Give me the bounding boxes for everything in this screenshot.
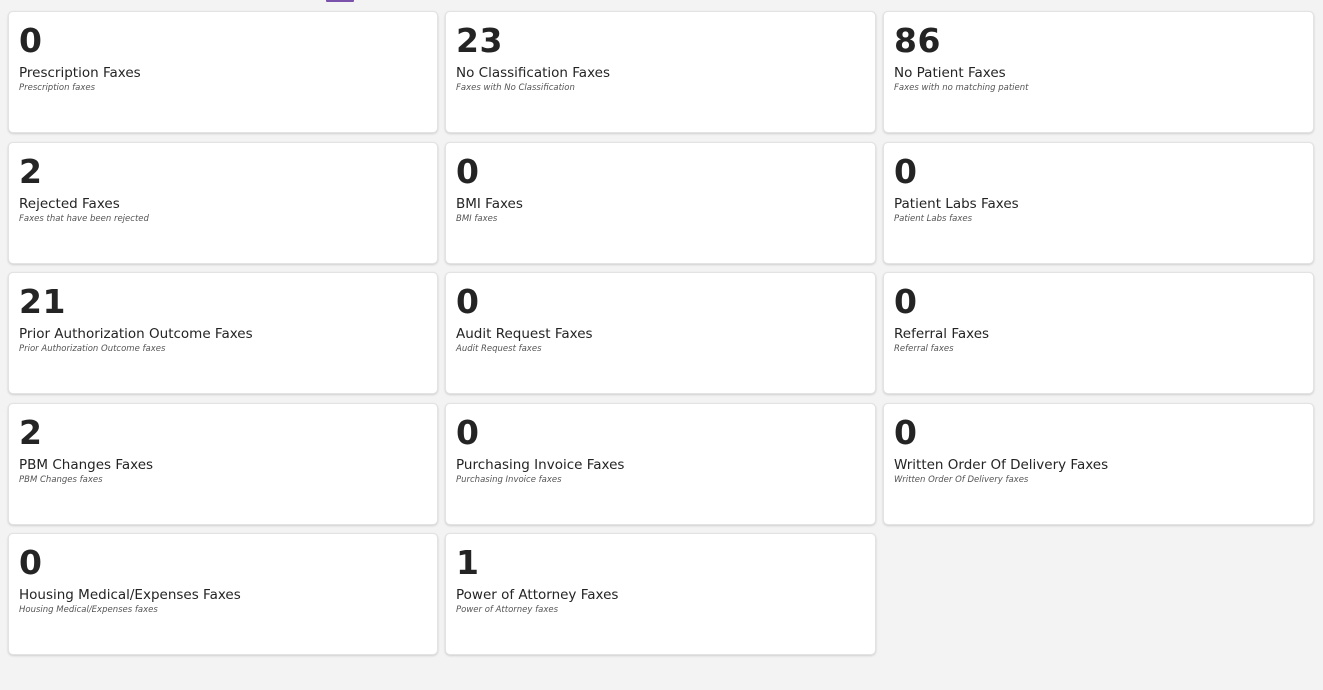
- card-title: Rejected Faxes: [19, 195, 120, 212]
- card-title: Prior Authorization Outcome Faxes: [19, 326, 253, 342]
- card-title: No Patient Faxes: [894, 65, 1006, 81]
- card-pbm-changes-faxes[interactable]: 2 PBM Changes Faxes PBM Changes faxes: [8, 402, 438, 525]
- card-no-classification-faxes[interactable]: 23 No Classification Faxes Faxes with No…: [445, 11, 876, 133]
- card-purchasing-invoice-faxes[interactable]: 0 Purchasing Invoice Faxes Purchasing In…: [445, 402, 876, 525]
- card-prescription-faxes[interactable]: 0 Prescription Faxes Prescription faxes: [8, 11, 438, 133]
- card-written-order-of-delivery-faxes[interactable]: 0 Written Order Of Delivery Faxes Writte…: [883, 402, 1314, 525]
- card-rejected-faxes[interactable]: 2 Rejected Faxes Faxes that have been re…: [8, 141, 438, 264]
- card-count: 2: [19, 151, 43, 191]
- card-description: Faxes with No Classification: [456, 83, 575, 93]
- card-count: 21: [19, 282, 66, 321]
- card-patient-labs-faxes[interactable]: 0 Patient Labs Faxes Patient Labs faxes: [883, 141, 1314, 264]
- card-description: Written Order Of Delivery faxes: [894, 474, 1029, 485]
- card-count: 0: [19, 21, 43, 60]
- card-title: Purchasing Invoice Faxes: [456, 456, 625, 473]
- card-referral-faxes[interactable]: 0 Referral Faxes Referral faxes: [883, 272, 1314, 394]
- card-title: Housing Medical/Expenses Faxes: [19, 587, 241, 603]
- card-description: Patient Labs faxes: [894, 213, 973, 224]
- card-count: 0: [894, 151, 918, 191]
- card-description: Purchasing Invoice faxes: [456, 474, 562, 485]
- card-count: 0: [456, 412, 480, 452]
- card-audit-request-faxes[interactable]: 0 Audit Request Faxes Audit Request faxe…: [445, 272, 876, 394]
- card-description: PBM Changes faxes: [19, 474, 103, 485]
- card-power-of-attorney-faxes[interactable]: 1 Power of Attorney Faxes Power of Attor…: [445, 533, 876, 655]
- card-title: PBM Changes Faxes: [19, 456, 154, 473]
- card-count: 23: [456, 21, 503, 60]
- card-prior-authorization-outcome-faxes[interactable]: 21 Prior Authorization Outcome Faxes Pri…: [8, 272, 438, 394]
- card-count: 2: [19, 412, 43, 452]
- card-description: Referral faxes: [894, 344, 954, 354]
- card-title: Audit Request Faxes: [456, 326, 593, 342]
- fax-summary-grid: 0 Prescription Faxes Prescription faxes …: [8, 11, 1314, 655]
- card-count: 0: [894, 282, 918, 321]
- card-count: 0: [456, 282, 480, 321]
- card-title: Patient Labs Faxes: [894, 195, 1019, 212]
- card-description: Prescription faxes: [19, 83, 96, 93]
- card-count: 0: [19, 543, 43, 582]
- card-count: 1: [456, 543, 480, 582]
- card-count: 86: [894, 21, 941, 60]
- card-description: Audit Request faxes: [456, 344, 542, 354]
- card-description: Faxes with no matching patient: [894, 83, 1029, 93]
- card-description: Prior Authorization Outcome faxes: [19, 344, 166, 354]
- card-title: No Classification Faxes: [456, 65, 610, 81]
- card-count: 0: [894, 412, 918, 452]
- card-title: Prescription Faxes: [19, 65, 141, 81]
- card-title: BMI Faxes: [456, 195, 523, 212]
- card-description: Housing Medical/Expenses faxes: [19, 605, 158, 615]
- card-no-patient-faxes[interactable]: 86 No Patient Faxes Faxes with no matchi…: [883, 11, 1314, 133]
- card-title: Power of Attorney Faxes: [456, 587, 619, 603]
- card-description: BMI faxes: [456, 213, 498, 224]
- card-count: 0: [456, 151, 480, 191]
- card-bmi-faxes[interactable]: 0 BMI Faxes BMI faxes: [445, 141, 876, 264]
- card-description: Faxes that have been rejected: [19, 213, 149, 224]
- card-title: Referral Faxes: [894, 326, 990, 342]
- active-tab-indicator: [326, 0, 354, 2]
- card-title: Written Order Of Delivery Faxes: [894, 456, 1109, 473]
- card-housing-medical-expenses-faxes[interactable]: 0 Housing Medical/Expenses Faxes Housing…: [8, 533, 438, 655]
- card-description: Power of Attorney faxes: [456, 605, 559, 615]
